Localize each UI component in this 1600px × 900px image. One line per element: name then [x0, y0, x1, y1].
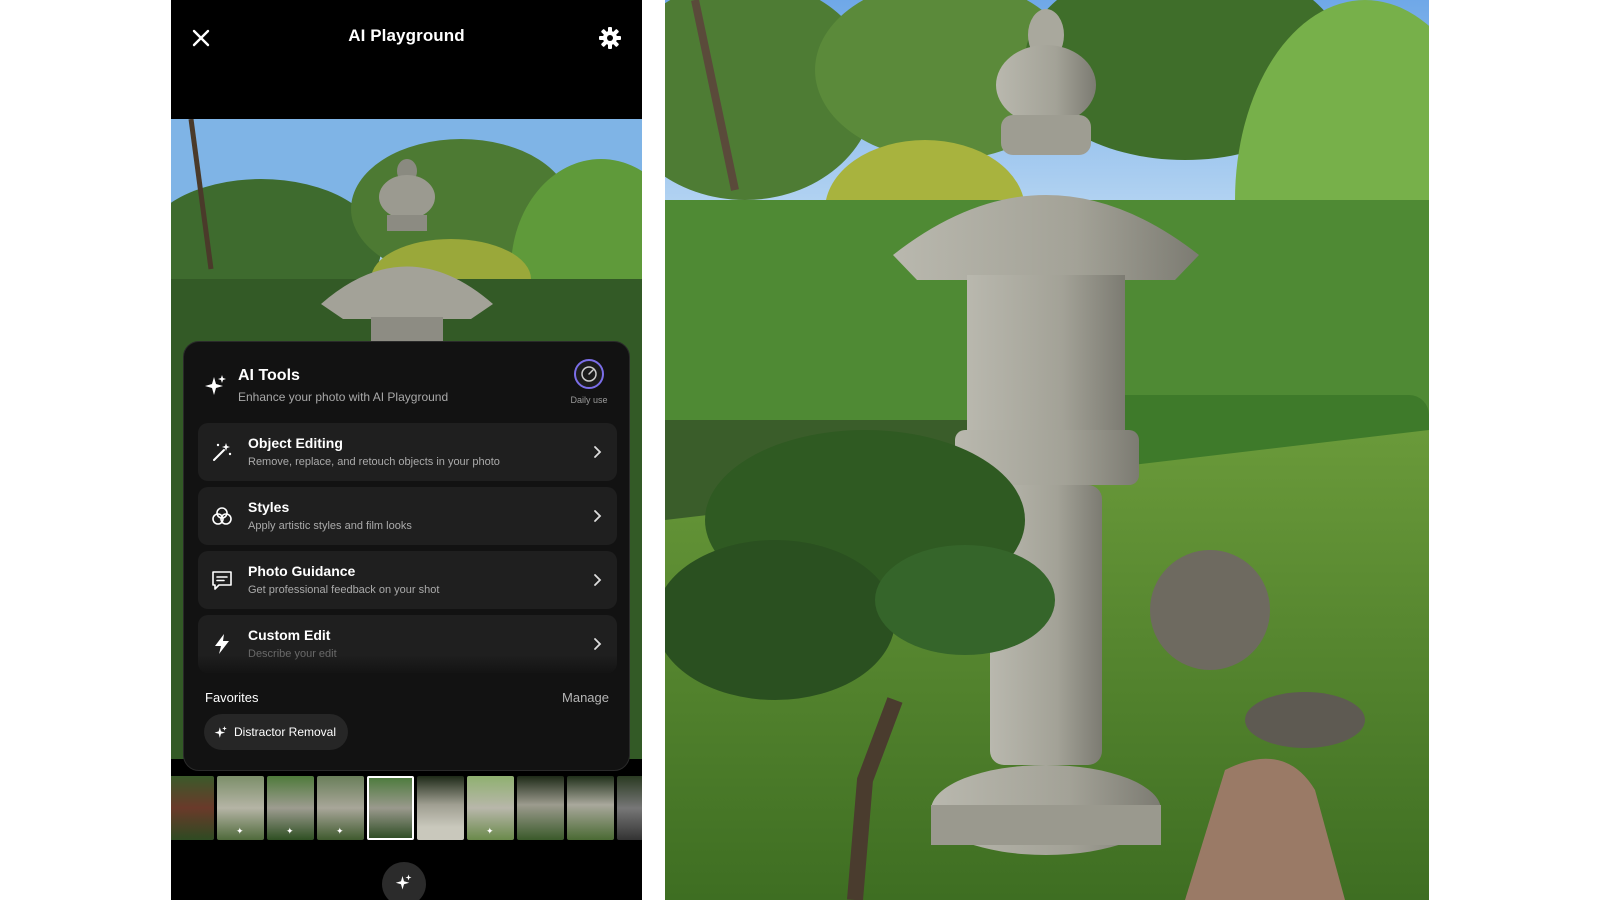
- tool-styles[interactable]: Styles Apply artistic styles and film lo…: [198, 487, 617, 545]
- tool-description: Apply artistic styles and film looks: [248, 520, 412, 532]
- filmstrip-thumb[interactable]: ✦: [467, 776, 514, 840]
- phone-screen: AI Playground AI Tools Enhance your phot…: [171, 0, 642, 900]
- filmstrip: ✦ ✦ ✦ ✦: [171, 776, 642, 842]
- filmstrip-thumb[interactable]: ✦: [217, 776, 264, 840]
- stone-lantern-garden-scene: [665, 0, 1429, 900]
- filmstrip-thumb-selected[interactable]: [367, 776, 414, 840]
- filmstrip-thumb[interactable]: [417, 776, 464, 840]
- filmstrip-thumb[interactable]: [517, 776, 564, 840]
- filmstrip-thumb[interactable]: [567, 776, 614, 840]
- chevron-right-icon: [594, 638, 602, 650]
- ai-tools-sheet: AI Tools Enhance your photo with AI Play…: [183, 341, 630, 771]
- sparkle-icon: [214, 726, 227, 738]
- result-photo: [665, 0, 1429, 900]
- styles-icon: [212, 507, 232, 525]
- chevron-right-icon: [594, 510, 602, 522]
- gauge-icon: [581, 366, 597, 382]
- manage-link[interactable]: Manage: [562, 690, 609, 705]
- tool-description: Remove, replace, and retouch objects in …: [248, 456, 500, 468]
- chevron-right-icon: [594, 446, 602, 458]
- tool-title: Styles: [248, 499, 290, 515]
- chip-label: Distractor Removal: [234, 725, 337, 739]
- daily-use-label: Daily use: [570, 395, 608, 405]
- ai-playground-button[interactable]: [382, 862, 426, 900]
- favorite-chip-distractor-removal[interactable]: Distractor Removal: [204, 714, 349, 750]
- ai-tools-header: AI Tools Enhance your photo with AI Play…: [184, 342, 629, 422]
- filmstrip-thumb[interactable]: [171, 776, 214, 840]
- tool-title: Custom Edit: [248, 627, 331, 643]
- sparkle-icon: [205, 375, 226, 395]
- magic-wand-icon: [213, 443, 232, 461]
- tool-title: Object Editing: [248, 435, 343, 451]
- tool-title: Photo Guidance: [248, 563, 356, 579]
- daily-use-indicator[interactable]: Daily use: [561, 359, 617, 409]
- edited-marker-icon: ✦: [236, 826, 244, 836]
- gear-icon: [599, 27, 621, 49]
- edited-marker-icon: ✦: [286, 826, 294, 836]
- ai-tools-title: AI Tools: [238, 367, 300, 384]
- filmstrip-thumb[interactable]: ✦: [317, 776, 364, 840]
- tool-photo-guidance[interactable]: Photo Guidance Get professional feedback…: [198, 551, 617, 609]
- edited-marker-icon: ✦: [486, 826, 494, 836]
- top-bar: AI Playground: [171, 0, 642, 76]
- tool-custom-edit[interactable]: Custom Edit Describe your edit: [198, 615, 617, 673]
- tool-description: Get professional feedback on your shot: [248, 584, 440, 596]
- lightning-icon: [215, 634, 229, 654]
- favorites-label: Favorites: [205, 690, 259, 705]
- filmstrip-thumb[interactable]: [617, 776, 642, 840]
- page-title: AI Playground: [348, 26, 465, 45]
- settings-button[interactable]: [594, 22, 626, 54]
- chat-icon: [212, 571, 232, 590]
- scroll-fade: [198, 655, 617, 673]
- daily-use-ring: [574, 359, 604, 389]
- tool-object-editing[interactable]: Object Editing Remove, replace, and reto…: [198, 423, 617, 481]
- edited-marker-icon: ✦: [336, 826, 344, 836]
- sparkle-icon: [395, 874, 412, 890]
- chevron-right-icon: [594, 574, 602, 586]
- filmstrip-thumb[interactable]: ✦: [267, 776, 314, 840]
- ai-tools-subtitle: Enhance your photo with AI Playground: [238, 390, 449, 404]
